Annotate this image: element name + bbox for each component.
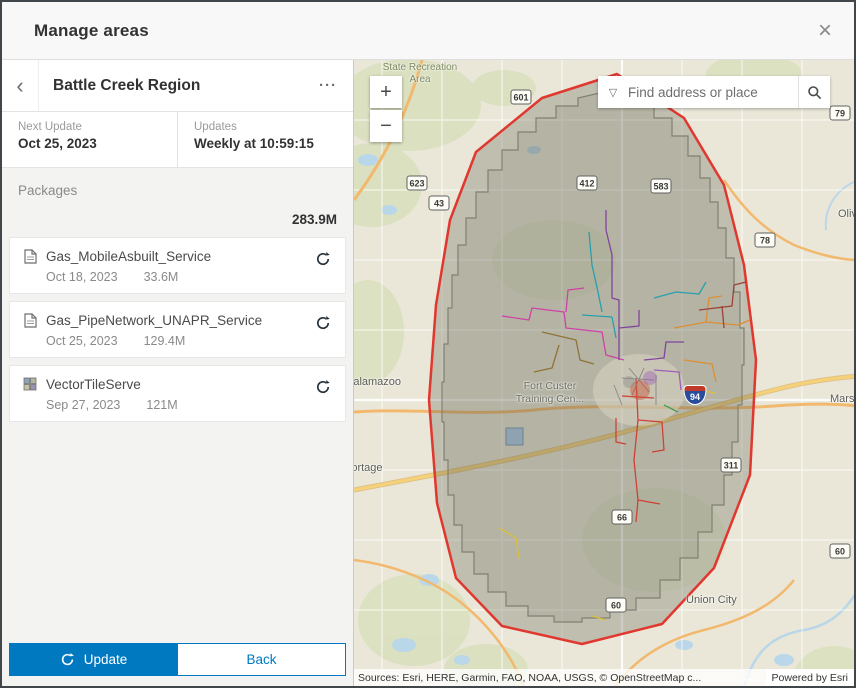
packages-heading: Packages [18,183,78,198]
zoom-controls: + − [370,76,402,142]
zoom-in-button[interactable]: + [370,76,402,108]
route-shield-66: 66 [611,509,633,525]
packages-section: Packages 283.9M Gas_MobileAsbuilt_Servic… [2,168,353,686]
route-shield-623: 623 [406,175,428,191]
map-view[interactable]: 601 79 623 412 583 43 78 94 311 60 66 60… [354,60,854,686]
search-icon[interactable] [798,76,830,108]
map-attribution: Sources: Esri, HERE, Garmin, FAO, NOAA, … [354,669,854,686]
route-shield-311: 311 [720,457,742,473]
package-item: VectorTileServe Sep 27, 2023 121M [9,365,346,422]
package-size: 121M [146,398,178,412]
package-name: VectorTileServe [46,376,141,392]
map-label-union-city: Union City [686,594,737,606]
basemap-canvas [354,60,854,686]
update-info-row: Next Update Oct 25, 2023 Updates Weekly … [2,112,353,168]
update-button-label: Update [83,652,128,667]
back-button[interactable]: Back [178,643,346,676]
package-size: 33.6M [143,270,179,284]
close-icon[interactable]: × [818,18,832,43]
dialog-header: Manage areas × [2,2,854,60]
overflow-menu-icon[interactable]: ··· [303,77,353,94]
updates-cell: Updates Weekly at 10:59:15 [178,112,353,167]
dialog-content: ‹ Battle Creek Region ··· Next Update Oc… [2,60,854,686]
route-shield-583: 583 [650,178,672,194]
document-icon [22,312,38,328]
area-detail-panel: ‹ Battle Creek Region ··· Next Update Oc… [2,60,354,686]
map-label-line: State Recreation [382,62,458,73]
area-header: ‹ Battle Creek Region ··· [2,60,353,112]
back-chevron-icon[interactable]: ‹ [2,60,39,111]
map-label-marshall: Marshall [830,393,854,405]
map-label-line: Training Cen... [515,393,585,406]
package-name: Gas_MobileAsbuilt_Service [46,248,212,264]
refresh-icon [60,652,75,667]
route-shield-60-south: 60 [605,597,627,613]
panel-footer: Update Back [9,643,346,676]
next-update-cell: Next Update Oct 25, 2023 [2,112,178,167]
package-date: Sep 27, 2023 [46,398,121,412]
map-label-olivet: Olivet [838,208,854,220]
map-label-portage: Portage [354,462,383,474]
map-label-kalamazoo: Kalamazoo [354,376,402,388]
area-name: Battle Creek Region [53,76,201,94]
updates-label: Updates [194,121,237,133]
package-refresh-icon[interactable] [313,313,333,336]
update-button[interactable]: Update [9,643,178,676]
route-shield-79: 79 [829,105,851,121]
route-shield-412: 412 [576,175,598,191]
package-item: Gas_PipeNetwork_UNAPR_Service Oct 25, 20… [9,301,346,358]
next-update-label: Next Update [18,121,82,133]
tile-layer-icon [22,376,38,392]
route-shield-43: 43 [428,195,450,211]
map-label-fort-custer: Fort Custer Training Cen... [504,380,596,406]
manage-areas-dialog: Manage areas × ‹ Battle Creek Region ···… [0,0,856,688]
zoom-out-button[interactable]: − [370,110,402,142]
route-shield-60-east: 60 [829,543,851,559]
document-icon [22,248,38,264]
updates-value: Weekly at 10:59:15 [194,136,314,151]
package-refresh-icon[interactable] [313,249,333,272]
attribution-sources: Sources: Esri, HERE, Garmin, FAO, NOAA, … [358,671,702,684]
package-date: Oct 18, 2023 [46,270,118,284]
map-search: ▽ [598,76,830,108]
package-refresh-icon[interactable] [313,377,333,400]
map-label-line: Fort Custer [523,380,577,392]
search-dropdown-icon[interactable]: ▽ [598,76,628,108]
route-shield-78: 78 [754,232,776,248]
dialog-title: Manage areas [34,20,149,40]
route-shield-601: 601 [510,89,532,105]
package-name: Gas_PipeNetwork_UNAPR_Service [46,312,263,328]
package-date: Oct 25, 2023 [46,334,118,348]
package-size: 129.4M [143,334,186,348]
package-item: Gas_MobileAsbuilt_Service Oct 18, 2023 3… [9,237,346,294]
search-input[interactable] [628,76,798,108]
powered-by-esri: Powered by Esri [765,669,854,686]
total-size: 283.9M [291,212,337,227]
next-update-value: Oct 25, 2023 [18,136,97,151]
